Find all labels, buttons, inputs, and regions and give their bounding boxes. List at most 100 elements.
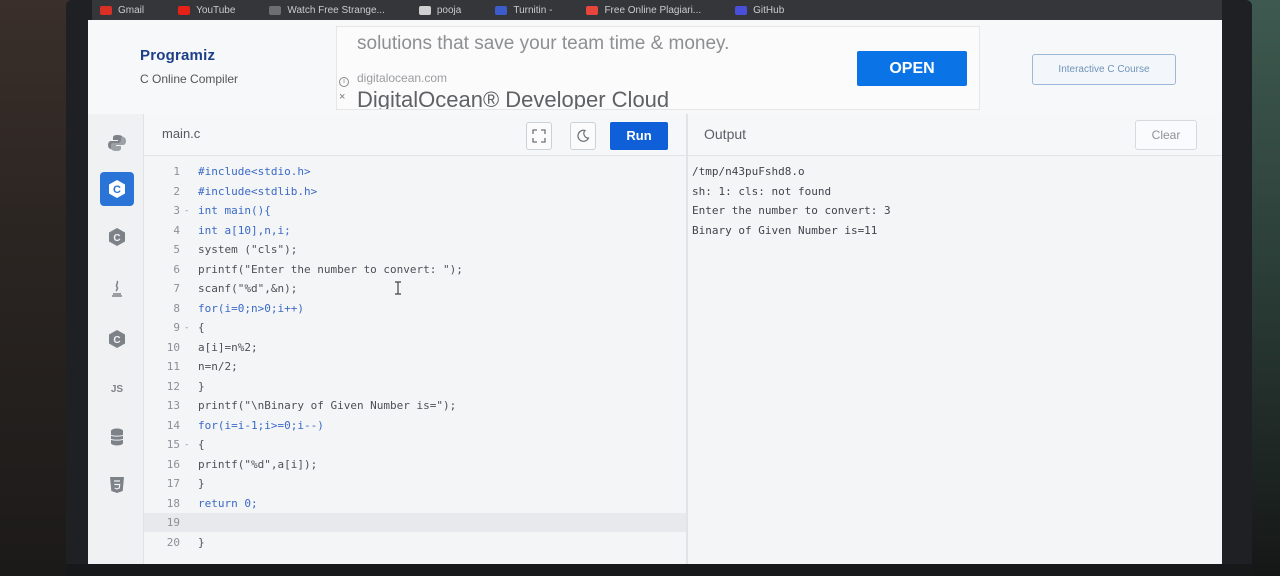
code-line[interactable]: 16 printf("%d",a[i]); [144, 455, 687, 474]
code-line[interactable]: 2 #include<stdlib.h> [144, 182, 687, 201]
line-number: 15 [166, 438, 180, 451]
bookmark-favicon-icon [100, 5, 112, 15]
bookmark-label: pooja [436, 4, 462, 16]
javascript-icon[interactable]: JS [100, 372, 134, 406]
dark-mode-button[interactable] [570, 122, 596, 150]
bookmark-item[interactable]: pooja [418, 4, 462, 16]
line-number: 4 [173, 223, 180, 237]
bookmark-favicon-icon [269, 5, 282, 15]
bookmark-item[interactable]: Turnitin - [495, 5, 552, 16]
python-icon[interactable] [100, 126, 134, 160]
interactive-c-course-button[interactable]: Interactive C Course [1032, 54, 1176, 85]
code-text: int a[10],n,i; [198, 223, 291, 237]
fullscreen-button[interactable] [526, 122, 552, 150]
code-line[interactable]: 7 scanf("%d",&n); [144, 279, 687, 298]
line-number: 7 [173, 282, 180, 295]
code-line[interactable]: 8 for(i=0;n>0;i++) [144, 299, 687, 318]
line-number: 11 [166, 360, 180, 373]
cpp-icon[interactable]: C [100, 220, 134, 254]
js-label: JS [110, 383, 124, 395]
output-console[interactable]: /tmp/n43puFshd8.o sh: 1: cls: not found En… [688, 156, 1222, 568]
code-text: for(i=0;n>0;i++) [198, 301, 304, 315]
bookmark-item[interactable]: GitHub [735, 5, 784, 16]
code-line[interactable]: 5 system ("cls"); [144, 240, 687, 259]
code-line[interactable]: 1 #include<stdio.h> [144, 162, 687, 181]
code-editor[interactable]: 1 #include<stdio.h> 2 #include<stdlib.h> 3- i… [144, 156, 687, 568]
bookmark-favicon-icon [178, 5, 191, 15]
code-line[interactable]: 3- int main(){ [144, 201, 687, 220]
sql-database-icon[interactable] [100, 420, 134, 454]
code-text: #include<stdio.h> [198, 165, 311, 178]
code-line[interactable]: 10 a[i]=n%2; [144, 338, 687, 357]
bookmark-item[interactable]: Watch Free Strange... [269, 4, 385, 16]
bookmark-item[interactable]: YouTube [178, 5, 235, 16]
line-number: 1 [173, 165, 180, 178]
line-number: 6 [173, 262, 180, 276]
code-line[interactable]: 4 int a[10],n,i; [144, 221, 687, 240]
bookmark-label: GitHub [753, 4, 785, 16]
bookmark-item[interactable]: Free Online Plagiari... [586, 5, 701, 16]
code-line[interactable]: 14 for(i=i-1;i>=0;i--) [144, 416, 687, 435]
fullscreen-icon [532, 129, 546, 143]
editor-toolbar: main.c Run [144, 114, 687, 156]
bookmark-label: Turnitin - [513, 4, 553, 16]
output-line: /tmp/n43puFshd8.o [692, 165, 805, 178]
output-line: sh: 1: cls: not found [692, 184, 832, 198]
line-number: 20 [166, 535, 180, 549]
code-text: for(i=i-1;i>=0;i--) [198, 418, 324, 432]
output-line: Enter the number to convert: 3 [692, 204, 891, 217]
code-text: { [198, 321, 205, 334]
code-text: { [198, 438, 205, 451]
bookmark-item[interactable]: Gmail [100, 5, 144, 16]
line-number: 14 [166, 418, 180, 432]
language-sidebar: C C C JS [88, 114, 144, 568]
code-text: system ("cls"); [198, 243, 298, 256]
fold-toggle-icon[interactable]: - [184, 323, 194, 333]
code-line[interactable]: 9-{ [144, 318, 687, 337]
code-line[interactable]: 18 return 0; [144, 494, 687, 513]
code-line[interactable]: 13 printf("\nBinary of Given Number is=")… [144, 396, 687, 415]
java-icon[interactable] [100, 272, 134, 306]
svg-text:C: C [113, 335, 120, 346]
bookmark-favicon-icon [495, 5, 508, 15]
code-text: } [198, 477, 205, 490]
programiz-logo[interactable]: Programiz [140, 47, 215, 64]
line-number: 16 [166, 457, 180, 471]
code-line[interactable]: 19 [144, 513, 687, 532]
code-text: scanf("%d",&n); [198, 282, 298, 295]
line-number: 8 [173, 301, 180, 315]
code-line[interactable]: 6 printf("Enter the number to convert: ")… [144, 260, 687, 279]
bookmark-label: YouTube [196, 4, 236, 16]
code-text: printf("%d",a[i]); [198, 457, 318, 471]
html-icon[interactable] [100, 468, 134, 502]
bookmarks-bar: Gmail YouTube Watch Free Strange... pooja Tu… [92, 0, 1222, 20]
c-language-icon[interactable]: C [100, 172, 134, 206]
site-header: Programiz C Online Compiler solutions th… [88, 20, 1222, 114]
ad-close-icon[interactable]: × [339, 91, 345, 103]
code-text: printf("Enter the number to convert: "); [198, 262, 463, 276]
csharp-icon[interactable]: C [100, 322, 134, 356]
line-number: 17 [166, 477, 180, 490]
bookmark-favicon-icon [735, 5, 748, 15]
bookmark-label: Watch Free Strange... [287, 4, 385, 16]
code-line[interactable]: 11 n=n/2; [144, 357, 687, 376]
code-line[interactable]: 20} [144, 533, 687, 552]
line-number: 3 [173, 204, 180, 217]
file-tab-main-c[interactable]: main.c [162, 126, 200, 141]
bookmark-favicon-icon [418, 5, 431, 15]
code-line[interactable]: 15-{ [144, 435, 687, 454]
code-text: printf("\nBinary of Given Number is="); [198, 399, 457, 412]
ad-info-icon[interactable]: i [339, 77, 349, 87]
ad-banner[interactable]: solutions that save your team time & mon… [336, 26, 980, 110]
clear-button[interactable]: Clear [1135, 120, 1197, 150]
svg-text:C: C [113, 233, 120, 244]
bookmark-favicon-icon [586, 5, 599, 15]
ad-open-button[interactable]: OPEN [857, 51, 967, 86]
output-title: Output [704, 126, 747, 142]
fold-toggle-icon[interactable]: - [184, 440, 194, 450]
fold-toggle-icon[interactable]: - [184, 206, 194, 216]
code-line[interactable]: 17} [144, 474, 687, 493]
line-number: 2 [173, 184, 180, 198]
run-button[interactable]: Run [610, 122, 668, 150]
code-line[interactable]: 12} [144, 377, 687, 396]
